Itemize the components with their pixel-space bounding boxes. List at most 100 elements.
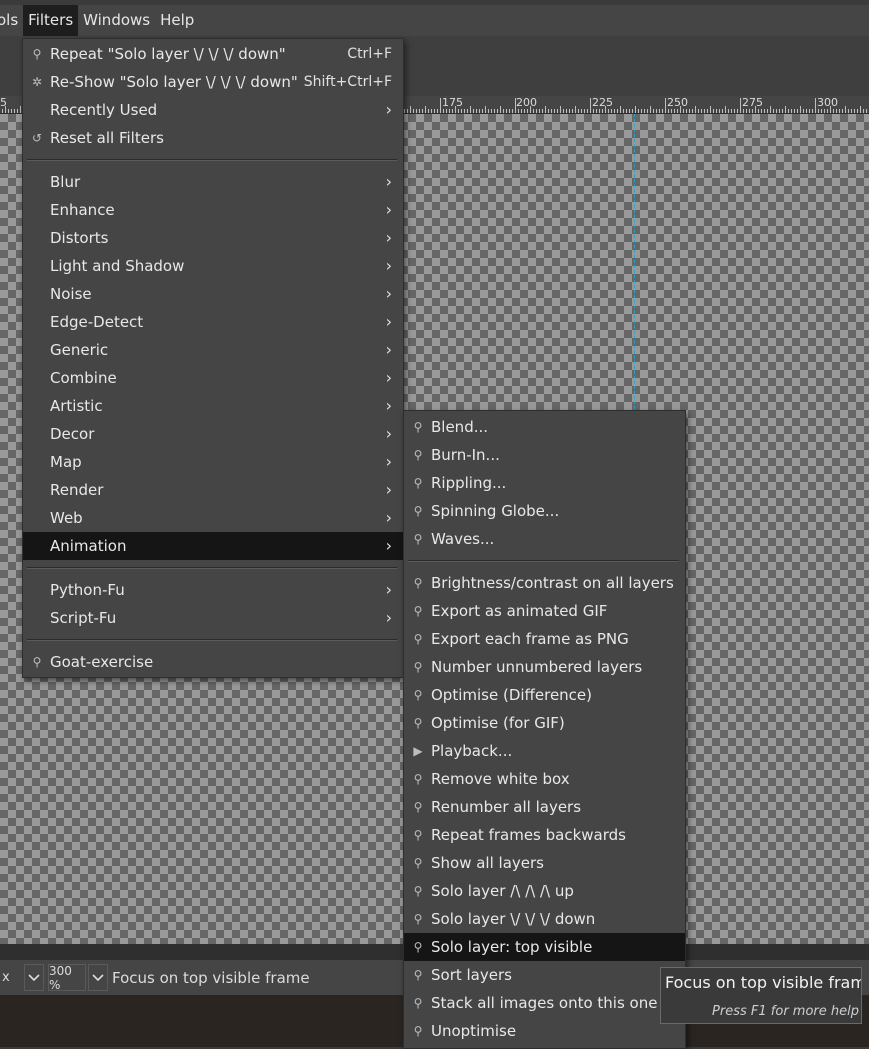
menu-windows[interactable]: Windows	[78, 5, 155, 36]
ruler-tick	[431, 109, 432, 113]
menu-item-map[interactable]: Map ›	[23, 448, 403, 476]
ruler-label: 275	[742, 96, 763, 109]
filter-plug-icon: ⚲	[413, 940, 423, 954]
menu-item-reset-filters[interactable]: ↺ Reset all Filters	[23, 124, 403, 152]
menu-filters[interactable]: Filters	[23, 5, 79, 36]
ruler-tick	[536, 109, 537, 113]
ruler-tick	[845, 106, 846, 113]
ruler-label: 200	[516, 96, 537, 109]
chevron-down-icon[interactable]	[24, 964, 44, 991]
ruler-tick	[752, 109, 753, 113]
ruler-tick	[773, 109, 774, 113]
ruler-tick	[755, 106, 756, 113]
chevron-down-icon[interactable]	[88, 964, 108, 991]
menu-item-generic[interactable]: Generic ›	[23, 336, 403, 364]
ruler-tick	[440, 98, 441, 113]
ruler-tick	[14, 109, 15, 113]
menu-item-distorts[interactable]: Distorts ›	[23, 224, 403, 252]
menu-item-unoptimise[interactable]: ⚲ Unoptimise	[404, 1017, 685, 1045]
ruler-tick	[800, 106, 801, 113]
chevron-right-icon: ›	[385, 256, 392, 275]
unit-selector[interactable]: x	[0, 970, 22, 985]
ruler-tick	[2, 109, 3, 113]
menu-item-edge-detect[interactable]: Edge-Detect ›	[23, 308, 403, 336]
menu-item-waves[interactable]: ⚲ Waves...	[404, 525, 685, 553]
menu-item-recently-used[interactable]: Recently Used ›	[23, 96, 403, 124]
menu-item-repeat-backwards[interactable]: ⚲ Repeat frames backwards	[404, 821, 685, 849]
ruler-tick	[470, 106, 471, 113]
menu-item-solo-down[interactable]: ⚲ Solo layer \/ \/ \/ down	[404, 905, 685, 933]
ruler-tick	[8, 109, 9, 113]
menu-item-sort-layers[interactable]: ⚲ Sort layers	[404, 961, 685, 989]
ruler-tick	[839, 109, 840, 113]
menu-item-export-png[interactable]: ⚲ Export each frame as PNG	[404, 625, 685, 653]
menu-item-decor[interactable]: Decor ›	[23, 420, 403, 448]
menu-item-spinning-globe[interactable]: ⚲ Spinning Globe...	[404, 497, 685, 525]
ruler-tick	[716, 109, 717, 113]
ruler-tick	[20, 106, 21, 113]
menu-tools[interactable]: ols	[0, 5, 23, 36]
menu-item-repeat-filter[interactable]: ⚲ Repeat "Solo layer \/ \/ \/ down" Ctrl…	[23, 40, 403, 68]
zoom-field[interactable]: 300 %	[48, 964, 86, 992]
ruler-tick	[728, 109, 729, 113]
ruler-tick	[410, 106, 411, 113]
menu-item-label: Remove white box	[431, 770, 570, 788]
ruler-tick	[530, 106, 531, 113]
menu-item-brightness-contrast[interactable]: ⚲ Brightness/contrast on all layers	[404, 569, 685, 597]
menu-item-playback[interactable]: ▶ Playback...	[404, 737, 685, 765]
menu-item-reshow-filter[interactable]: ✲ Re-Show "Solo layer \/ \/ \/ down" Shi…	[23, 68, 403, 96]
menu-item-light-and-shadow[interactable]: Light and Shadow ›	[23, 252, 403, 280]
menu-item-show-all-layers[interactable]: ⚲ Show all layers	[404, 849, 685, 877]
menu-item-blend[interactable]: ⚲ Blend...	[404, 413, 685, 441]
ruler-tick	[854, 109, 855, 113]
ruler-tick	[707, 109, 708, 113]
ruler-tick	[770, 106, 771, 113]
ruler-tick	[482, 109, 483, 113]
ruler-tick	[836, 109, 837, 113]
ruler-tick	[785, 106, 786, 113]
menu-item-solo-up[interactable]: ⚲ Solo layer /\ /\ /\ up	[404, 877, 685, 905]
menu-item-optimise-difference[interactable]: ⚲ Optimise (Difference)	[404, 681, 685, 709]
ruler-tick	[866, 109, 867, 113]
ruler-tick	[647, 109, 648, 113]
animation-submenu: ⚲ Blend... ⚲ Burn-In... ⚲ Rippling... ⚲ Spin…	[403, 410, 686, 1049]
menu-separator	[23, 560, 403, 576]
ruler-tick	[11, 109, 12, 113]
ruler-tick	[812, 109, 813, 113]
ruler-tick	[830, 106, 831, 113]
tooltip-help: Press F1 for more help	[712, 1004, 859, 1019]
menu-item-goat-exercise[interactable]: ⚲ Goat-exercise	[23, 648, 403, 676]
menu-item-burn-in[interactable]: ⚲ Burn-In...	[404, 441, 685, 469]
ruler-tick	[590, 98, 591, 113]
ruler-tick	[758, 109, 759, 113]
menu-item-noise[interactable]: Noise ›	[23, 280, 403, 308]
menu-item-artistic[interactable]: Artistic ›	[23, 392, 403, 420]
menu-item-solo-top-visible[interactable]: ⚲ Solo layer: top visible	[404, 933, 685, 961]
menu-item-optimise-gif[interactable]: ⚲ Optimise (for GIF)	[404, 709, 685, 737]
filter-plug-icon: ⚲	[413, 856, 423, 870]
menu-item-blur[interactable]: Blur ›	[23, 168, 403, 196]
filter-plug-icon: ⚲	[32, 655, 42, 669]
menu-item-animation[interactable]: Animation ›	[23, 532, 403, 560]
menu-item-label: Noise	[50, 285, 92, 303]
menu-item-number-layers[interactable]: ⚲ Number unnumbered layers	[404, 653, 685, 681]
menu-item-render[interactable]: Render ›	[23, 476, 403, 504]
menu-item-rippling[interactable]: ⚲ Rippling...	[404, 469, 685, 497]
ruler-tick	[614, 109, 615, 113]
menu-item-stack-images[interactable]: ⚲ Stack all images onto this one	[404, 989, 685, 1017]
menu-item-renumber-layers[interactable]: ⚲ Renumber all layers	[404, 793, 685, 821]
ruler-tick	[443, 109, 444, 113]
ruler-tick	[593, 109, 594, 113]
menu-help[interactable]: Help	[155, 5, 199, 36]
chevron-right-icon: ›	[385, 312, 392, 331]
menu-item-enhance[interactable]: Enhance ›	[23, 196, 403, 224]
menu-item-python-fu[interactable]: Python-Fu ›	[23, 576, 403, 604]
ruler-tick	[827, 109, 828, 113]
menu-item-script-fu[interactable]: Script-Fu ›	[23, 604, 403, 632]
ruler-tick	[602, 109, 603, 113]
menu-item-combine[interactable]: Combine ›	[23, 364, 403, 392]
menu-item-export-gif[interactable]: ⚲ Export as animated GIF	[404, 597, 685, 625]
chevron-right-icon: ›	[385, 536, 392, 555]
menu-item-web[interactable]: Web ›	[23, 504, 403, 532]
menu-item-remove-white-box[interactable]: ⚲ Remove white box	[404, 765, 685, 793]
